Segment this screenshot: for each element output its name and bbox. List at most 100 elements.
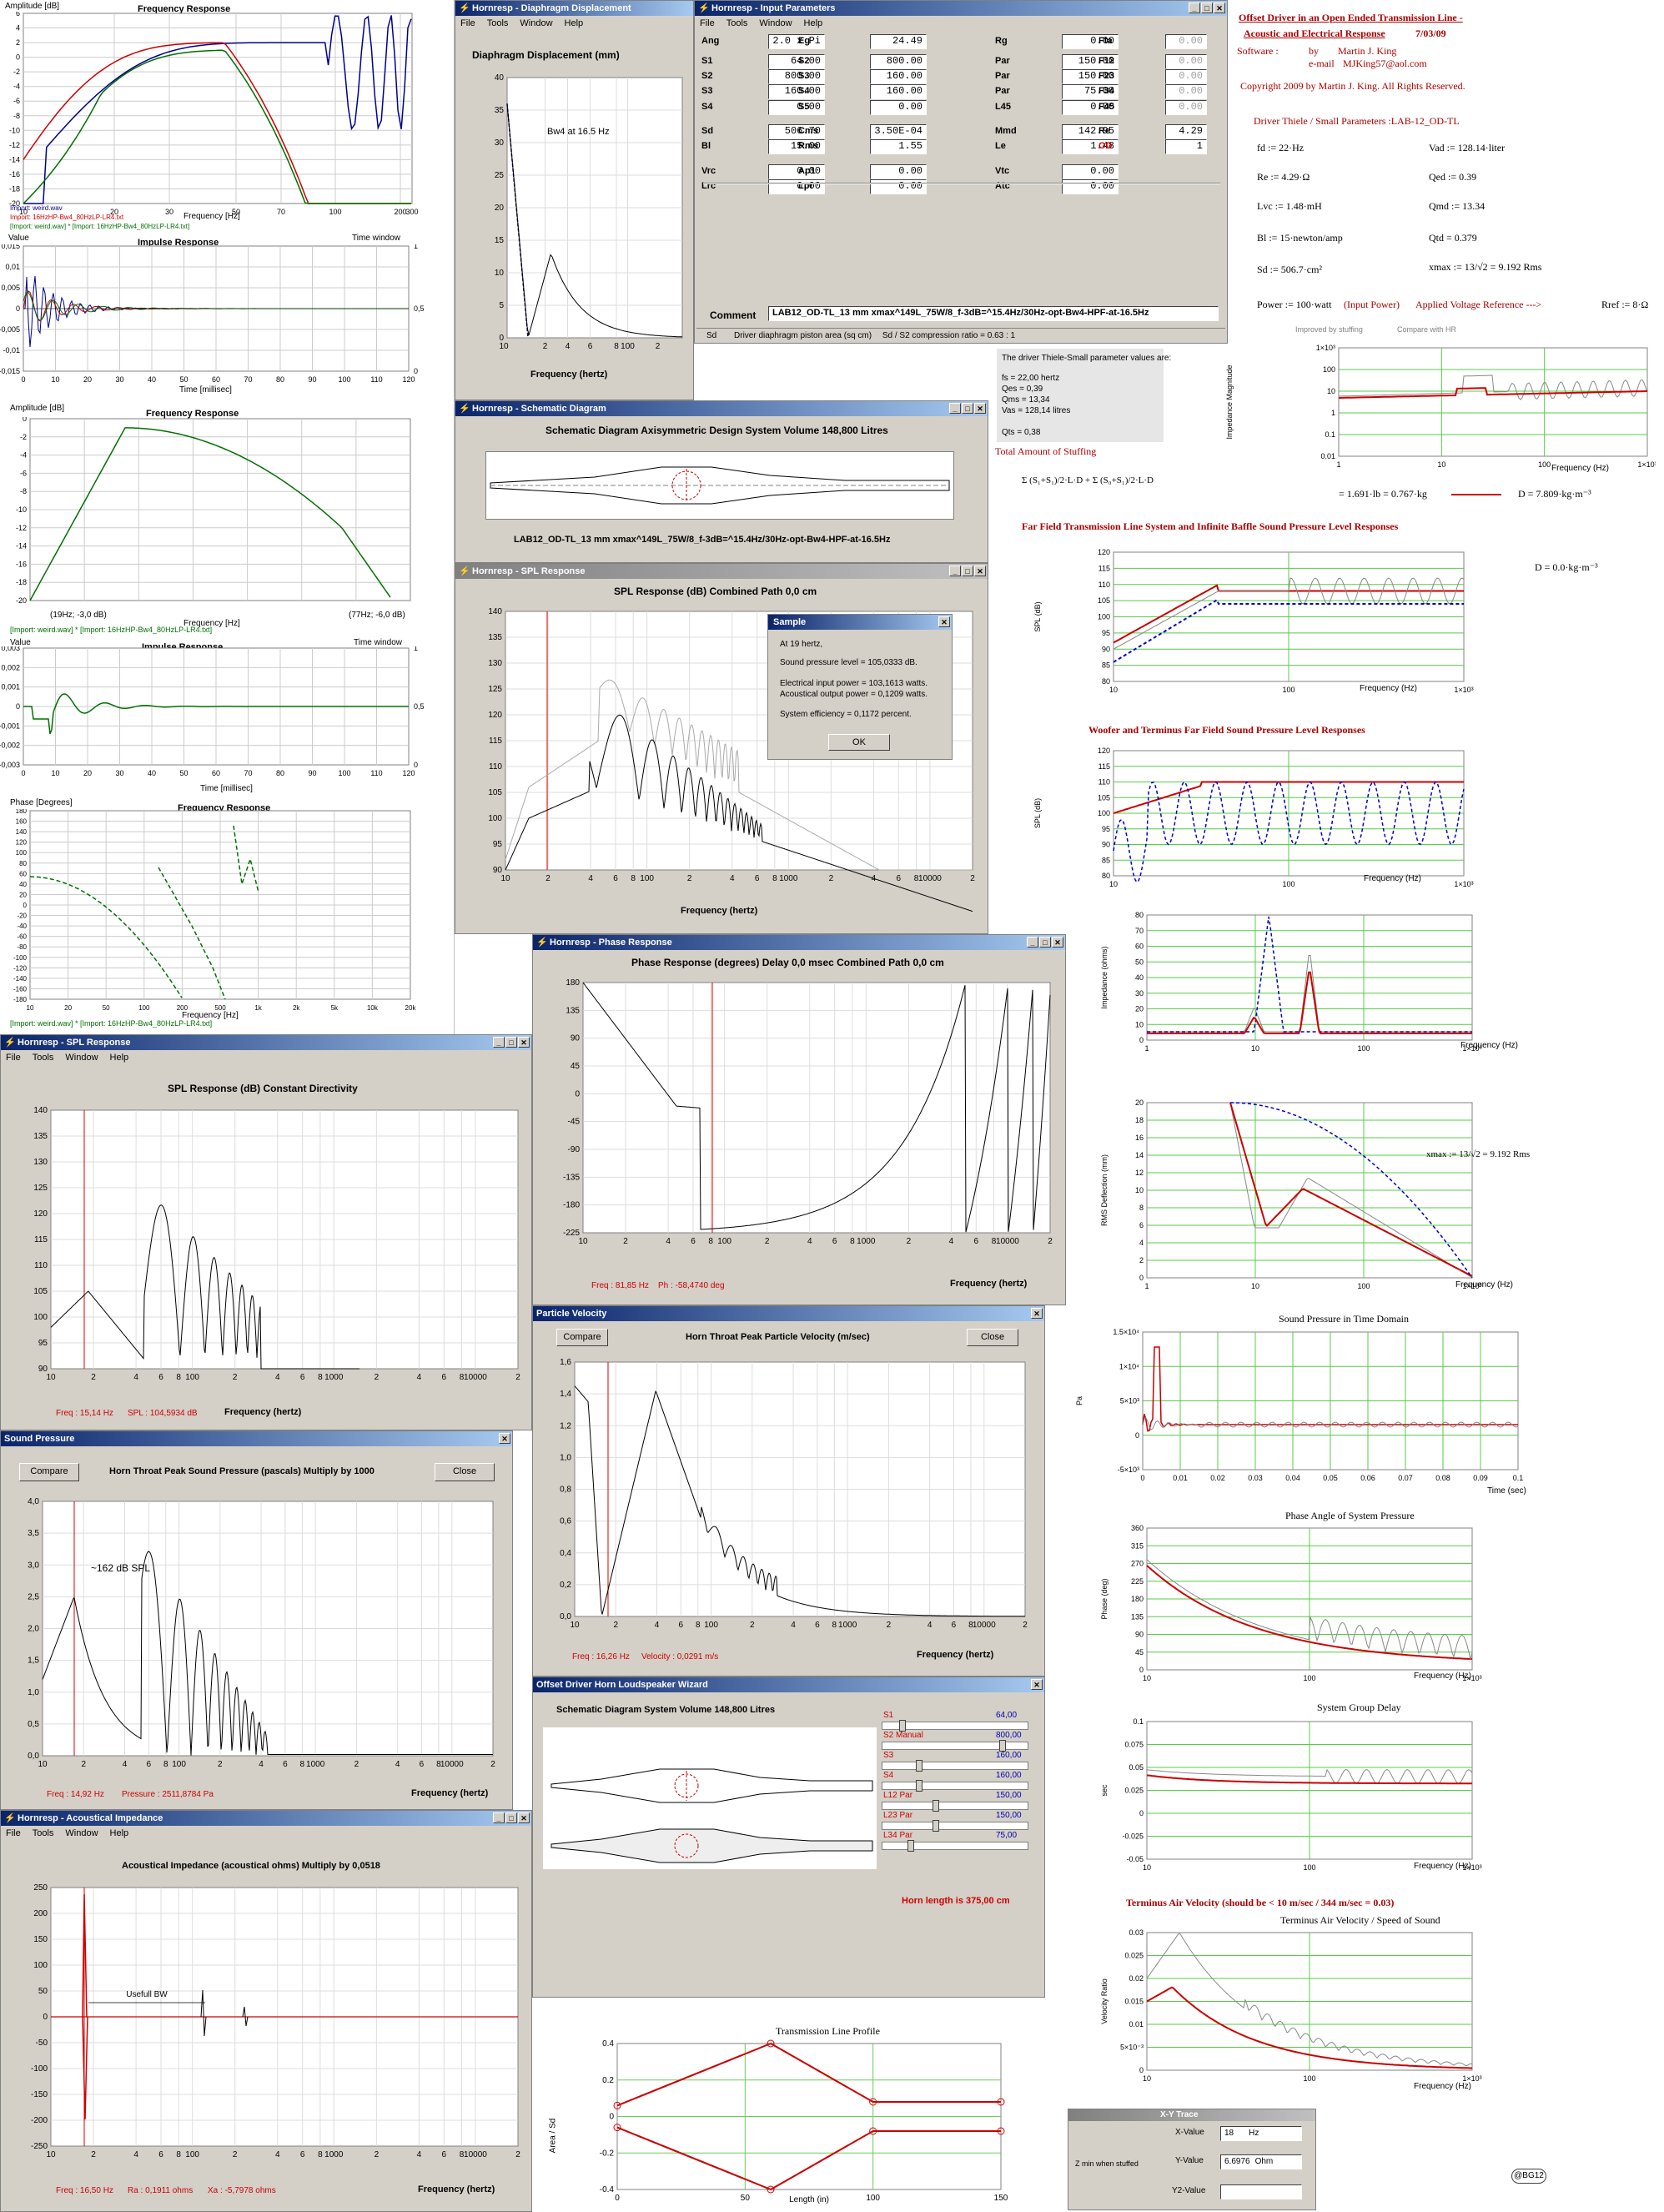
menu-file[interactable]: File [6, 1827, 21, 1841]
slider-thumb[interactable] [916, 1780, 922, 1792]
close-button[interactable]: ✕ [518, 1812, 530, 1823]
param-field-s3[interactable]: 160.00 [768, 84, 825, 99]
menu-help[interactable]: Help [110, 1051, 129, 1065]
sample-ok-button[interactable]: OK [828, 734, 890, 751]
param-field-lpt[interactable]: 0.00 [870, 179, 927, 194]
slider-thumb[interactable] [916, 1760, 922, 1772]
xy-x-value[interactable]: 18 Hz [1220, 2126, 1302, 2141]
diaphragm-titlebar[interactable]: ⚡ Hornresp - Diaphragm Displacement [455, 1, 693, 16]
param-field-ang[interactable]: 2.0 x Pi [768, 34, 825, 49]
menu-window[interactable]: Window [759, 17, 792, 31]
particle-compare-button[interactable]: Compare [556, 1329, 608, 1346]
spl-left-titlebar[interactable]: ⚡ Hornresp - SPL Response _ □ ✕ [1, 1035, 531, 1050]
phase-response-window[interactable]: ⚡ Hornresp - Phase Response _ □ ✕ Phase Res… [532, 934, 1066, 1305]
xy-titlebar[interactable]: X-Y Trace [1068, 2109, 1315, 2121]
pressure-close-button[interactable]: Close [435, 1463, 495, 1481]
slider-thumb[interactable] [907, 1840, 914, 1852]
param-field-vrc[interactable]: 0.00 [768, 164, 825, 179]
sound-pressure-window[interactable]: Sound Pressure ✕ Compare Horn Throat Peak… [0, 1430, 513, 1810]
param-field-lrc[interactable]: 0.00 [768, 179, 825, 194]
slider-thumb[interactable] [899, 1720, 906, 1732]
close-button[interactable]: ✕ [974, 403, 986, 414]
param-field-s1[interactable]: 64.00 [768, 54, 825, 69]
maximize-button[interactable]: □ [962, 566, 973, 576]
particle-velocity-window[interactable]: Particle Velocity ✕ Compare Horn Throat P… [532, 1305, 1045, 1677]
xy-trace-panel[interactable]: X-Y Trace Z min when stuffed X-Value 18 H… [1068, 2109, 1316, 2210]
particle-titlebar[interactable]: Particle Velocity ✕ [533, 1306, 1044, 1321]
phase-titlebar[interactable]: ⚡ Hornresp - Phase Response _ □ ✕ [533, 935, 1065, 950]
acoustic-titlebar[interactable]: ⚡ Hornresp - Acoustical Impedance _ □ ✕ [1, 1811, 531, 1826]
param-field-s4[interactable]: 160.00 [870, 84, 927, 99]
param-label-ap1: Ap1 [798, 166, 816, 176]
mc-by: by [1309, 45, 1319, 57]
tick-label: 0 [21, 769, 25, 777]
menu-window[interactable]: Window [65, 1051, 98, 1065]
param-field-s2[interactable]: 800.00 [768, 69, 825, 84]
tick-label: 100 [1357, 1282, 1370, 1290]
maximize-button[interactable]: □ [962, 403, 973, 414]
menu-help[interactable]: Help [565, 17, 584, 31]
tick-label: 50 [179, 375, 188, 384]
minimize-button[interactable]: _ [949, 566, 961, 576]
close-button[interactable]: ✕ [974, 566, 986, 576]
param-field-s4[interactable]: 0.00 [768, 100, 825, 115]
schematic-window[interactable]: ⚡ Hornresp - Schematic Diagram _ □ ✕ Schema… [455, 400, 988, 563]
spl-response-window[interactable]: ⚡ Hornresp - SPL Response _ □ ✕ SPL Respons… [455, 563, 988, 934]
pressure-compare-button[interactable]: Compare [19, 1463, 79, 1481]
menu-window[interactable]: Window [520, 17, 552, 31]
mc7-xlabel: Frequency (Hz) [1414, 1672, 1471, 1681]
tick-label: 8 [300, 1760, 305, 1769]
minimize-button[interactable]: _ [493, 1812, 505, 1823]
sample-dialog[interactable]: Sample ✕ At 19 hertz, Sound pressure leve… [767, 614, 953, 760]
wizard-param-label: S3 [883, 1751, 894, 1760]
slider-thumb[interactable] [933, 1800, 939, 1812]
wizard-window[interactable]: Offset Driver Horn Loudspeaker Wizard ✕ S… [532, 1677, 1045, 1998]
tick-label: 0,2 [560, 1581, 571, 1590]
param-field-s3[interactable]: 160.00 [870, 69, 927, 84]
tick-label: 10 [500, 874, 510, 883]
tick-label: 0.025 [1124, 1787, 1144, 1795]
param-field-s2[interactable]: 800.00 [870, 54, 927, 69]
param-field-cms[interactable]: 3.50E-04 [870, 124, 927, 139]
close-button[interactable]: ✕ [499, 1433, 510, 1444]
tick-label: -160 [13, 985, 28, 993]
close-button[interactable]: ✕ [518, 1037, 530, 1048]
acoustic-chart: 250 200 150 100 50 0 -50 -100 -150 -200 -25010 2 4 6 8… [31, 1883, 520, 2159]
spl-directivity-window[interactable]: ⚡ Hornresp - SPL Response _ □ ✕ File Tools Wi… [0, 1034, 532, 1430]
menu-tools[interactable]: Tools [33, 1051, 54, 1065]
acoustic-impedance-window[interactable]: ⚡ Hornresp - Acoustical Impedance _ □ ✕ Fil… [0, 1810, 532, 2212]
maximize-button[interactable]: □ [505, 1037, 517, 1048]
param-field-ap1[interactable]: 0.00 [870, 164, 927, 179]
menu-help[interactable]: Help [110, 1827, 129, 1841]
xy-y-value[interactable]: 6.6976 Ohm [1220, 2154, 1302, 2169]
spl-titlebar[interactable]: ⚡ Hornresp - SPL Response _ □ ✕ [455, 564, 988, 579]
menu-window[interactable]: Window [65, 1827, 98, 1841]
schematic-titlebar[interactable]: ⚡ Hornresp - Schematic Diagram _ □ ✕ [455, 401, 988, 416]
sample-titlebar[interactable]: Sample ✕ [768, 615, 952, 630]
menu-file[interactable]: File [700, 17, 715, 31]
menu-tools[interactable]: Tools [726, 17, 748, 31]
menu-help[interactable]: Help [804, 17, 823, 31]
xy-y2-value[interactable] [1220, 2184, 1302, 2199]
slider-thumb[interactable] [933, 1820, 939, 1832]
tick-label: -0,003 [0, 761, 20, 769]
close-button[interactable]: ✕ [938, 616, 950, 627]
mc-terminus-velocity-chart: 0.030.0250.020.0150.015×10⁻³010 100 1×10³V… [1100, 1928, 1482, 2083]
minimize-button[interactable]: _ [949, 403, 961, 414]
tick-label: 20 [64, 1004, 72, 1012]
wizard-titlebar[interactable]: Offset Driver Horn Loudspeaker Wizard ✕ [533, 1677, 1044, 1692]
pressure-titlebar[interactable]: Sound Pressure ✕ [1, 1431, 512, 1446]
tick-label: 35 [495, 106, 505, 115]
minimize-button[interactable]: _ [493, 1037, 505, 1048]
maximize-button[interactable]: □ [505, 1812, 517, 1823]
param-field-eg[interactable]: 24.49 [870, 34, 927, 49]
diaphragm-window[interactable]: ⚡ Hornresp - Diaphragm Displacement File T… [455, 0, 694, 400]
tick-label: 120 [488, 711, 502, 720]
param-field-s5[interactable]: 0.00 [870, 100, 927, 115]
mc-param-qed: Qed := 0.39 [1429, 171, 1477, 183]
menu-tools[interactable]: Tools [487, 17, 509, 31]
menu-file[interactable]: File [6, 1051, 21, 1065]
menu-tools[interactable]: Tools [33, 1827, 54, 1841]
param-field-rms[interactable]: 1.55 [870, 139, 927, 154]
menu-file[interactable]: File [460, 17, 475, 31]
